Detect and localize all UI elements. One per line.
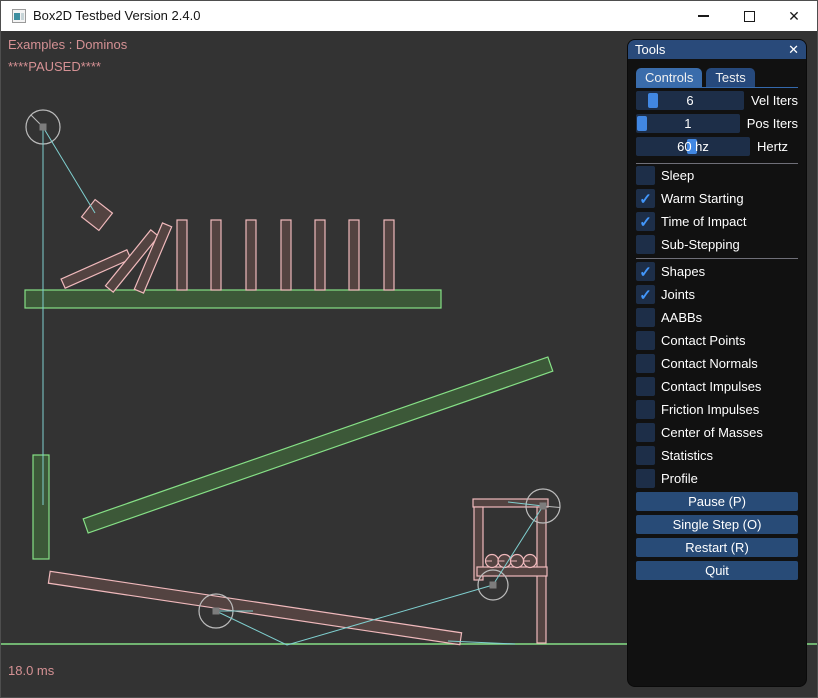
checkmark-icon[interactable]: ✓ [636,285,655,304]
slider-vel-iters[interactable]: 6 [636,91,744,110]
checkbox-warm-starting[interactable]: ✓ Warm Starting [636,189,798,208]
checkbox-contact-normals[interactable]: Contact Normals [636,354,798,373]
paused-label: ****PAUSED**** [8,59,101,74]
minimize-button[interactable] [680,1,726,31]
checkbox-time-of-impact[interactable]: ✓ Time of Impact [636,212,798,231]
checkmark-icon[interactable]: ✓ [636,262,655,281]
joint-anchor [490,582,497,589]
app-icon [12,9,26,23]
scene-dynamic-body[interactable] [349,220,359,290]
checkbox-friction-impulses[interactable]: Friction Impulses [636,400,798,419]
checkbox-sleep[interactable]: Sleep [636,166,798,185]
checkbox-label: Statistics [661,448,713,463]
checkbox-contact-points[interactable]: Contact Points [636,331,798,350]
joint-anchor [213,608,220,615]
button-area: Pause (P) Single Step (O) Restart (R) Quit [636,492,798,580]
scene-dynamic-body[interactable] [473,499,548,507]
checkbox-box[interactable] [636,377,655,396]
joint-anchor [40,124,47,131]
checkbox-center-of-masses[interactable]: Center of Masses [636,423,798,442]
checkbox-label: Contact Normals [661,356,758,371]
window-titlebar: Box2D Testbed Version 2.4.0 ✕ [1,1,817,31]
checkbox-label: AABBs [661,310,702,325]
checkbox-profile[interactable]: Profile [636,469,798,488]
checkbox-box[interactable] [636,446,655,465]
tools-panel-content: ControlsTests 6 Vel Iters 1 Pos Iters 60 hz H… [628,68,806,580]
separator [636,163,798,164]
checkbox-box[interactable] [636,423,655,442]
slider-value: 60 hz [636,137,750,156]
slider-row-vel-iters: 6 Vel Iters [636,91,798,110]
checkbox-box[interactable] [636,400,655,419]
checkbox-label: Contact Points [661,333,746,348]
checkbox-label: Time of Impact [661,214,746,229]
scene-dynamic-body[interactable] [177,220,187,290]
checkbox-shapes[interactable]: ✓ Shapes [636,262,798,281]
button-single-step-o[interactable]: Single Step (O) [636,515,798,534]
maximize-icon [744,11,755,22]
tools-panel-title: Tools [635,42,665,57]
scene-dynamic-body[interactable] [48,571,461,644]
checkbox-box[interactable] [636,469,655,488]
checkbox-label: Friction Impulses [661,402,759,417]
checkbox-aabbs[interactable]: AABBs [636,308,798,327]
scene-static-body [25,290,441,308]
checkbox-label: Joints [661,287,695,302]
tools-panel-titlebar[interactable]: Tools ✕ [628,40,806,59]
slider-row-pos-iters: 1 Pos Iters [636,114,798,133]
tab-bar: ControlsTests [636,68,798,88]
close-window-button[interactable]: ✕ [771,1,817,31]
checkbox-statistics[interactable]: Statistics [636,446,798,465]
checkbox-label: Contact Impulses [661,379,761,394]
checkbox-label: Center of Masses [661,425,763,440]
minimize-icon [698,15,709,16]
button-pause-p[interactable]: Pause (P) [636,492,798,511]
checkbox-area: Sleep ✓ Warm Starting ✓ Time of Impact Sub-St… [636,166,798,488]
button-quit[interactable]: Quit [636,561,798,580]
scene-dynamic-body[interactable] [315,220,325,290]
checkbox-label: Sleep [661,168,694,183]
checkbox-contact-impulses[interactable]: Contact Impulses [636,377,798,396]
checkbox-box[interactable] [636,308,655,327]
checkbox-box[interactable] [636,166,655,185]
checkbox-label: Profile [661,471,698,486]
tools-panel: Tools ✕ ControlsTests 6 Vel Iters 1 Pos Ite… [628,40,806,686]
maximize-button[interactable] [726,1,772,31]
scene-static-body [33,455,49,559]
scene-dynamic-body[interactable] [211,220,221,290]
separator [636,258,798,259]
scene-dynamic-body[interactable] [82,200,113,231]
checkbox-box[interactable] [636,235,655,254]
slider-label: Vel Iters [751,93,798,108]
checkbox-box[interactable] [636,331,655,350]
frame-time-label: 18.0 ms [8,663,54,678]
slider-row-hertz: 60 hz Hertz [636,137,798,156]
slider-value: 6 [636,91,744,110]
checkbox-label: Warm Starting [661,191,744,206]
slider-label: Pos Iters [747,116,798,131]
slider-value: 1 [636,114,740,133]
tab-controls[interactable]: Controls [636,68,702,87]
scene-dynamic-body[interactable] [384,220,394,290]
tools-panel-close-icon[interactable]: ✕ [788,40,799,59]
checkbox-sub-stepping[interactable]: Sub-Stepping [636,235,798,254]
scene-dynamic-body[interactable] [281,220,291,290]
example-label: Examples : Dominos [8,37,127,52]
slider-hertz[interactable]: 60 hz [636,137,750,156]
window-title: Box2D Testbed Version 2.4.0 [33,8,200,23]
slider-pos-iters[interactable]: 1 [636,114,740,133]
joint-line [43,127,95,213]
checkmark-icon[interactable]: ✓ [636,189,655,208]
checkbox-joints[interactable]: ✓ Joints [636,285,798,304]
joint-anchor [540,503,547,510]
tab-tests[interactable]: Tests [706,68,754,87]
checkbox-label: Sub-Stepping [661,237,740,252]
scene-dynamic-body[interactable] [246,220,256,290]
slider-label: Hertz [757,139,788,154]
button-restart-r[interactable]: Restart (R) [636,538,798,557]
sliders: 6 Vel Iters 1 Pos Iters 60 hz Hertz [636,91,798,156]
checkbox-label: Shapes [661,264,705,279]
checkbox-box[interactable] [636,354,655,373]
checkmark-icon[interactable]: ✓ [636,212,655,231]
